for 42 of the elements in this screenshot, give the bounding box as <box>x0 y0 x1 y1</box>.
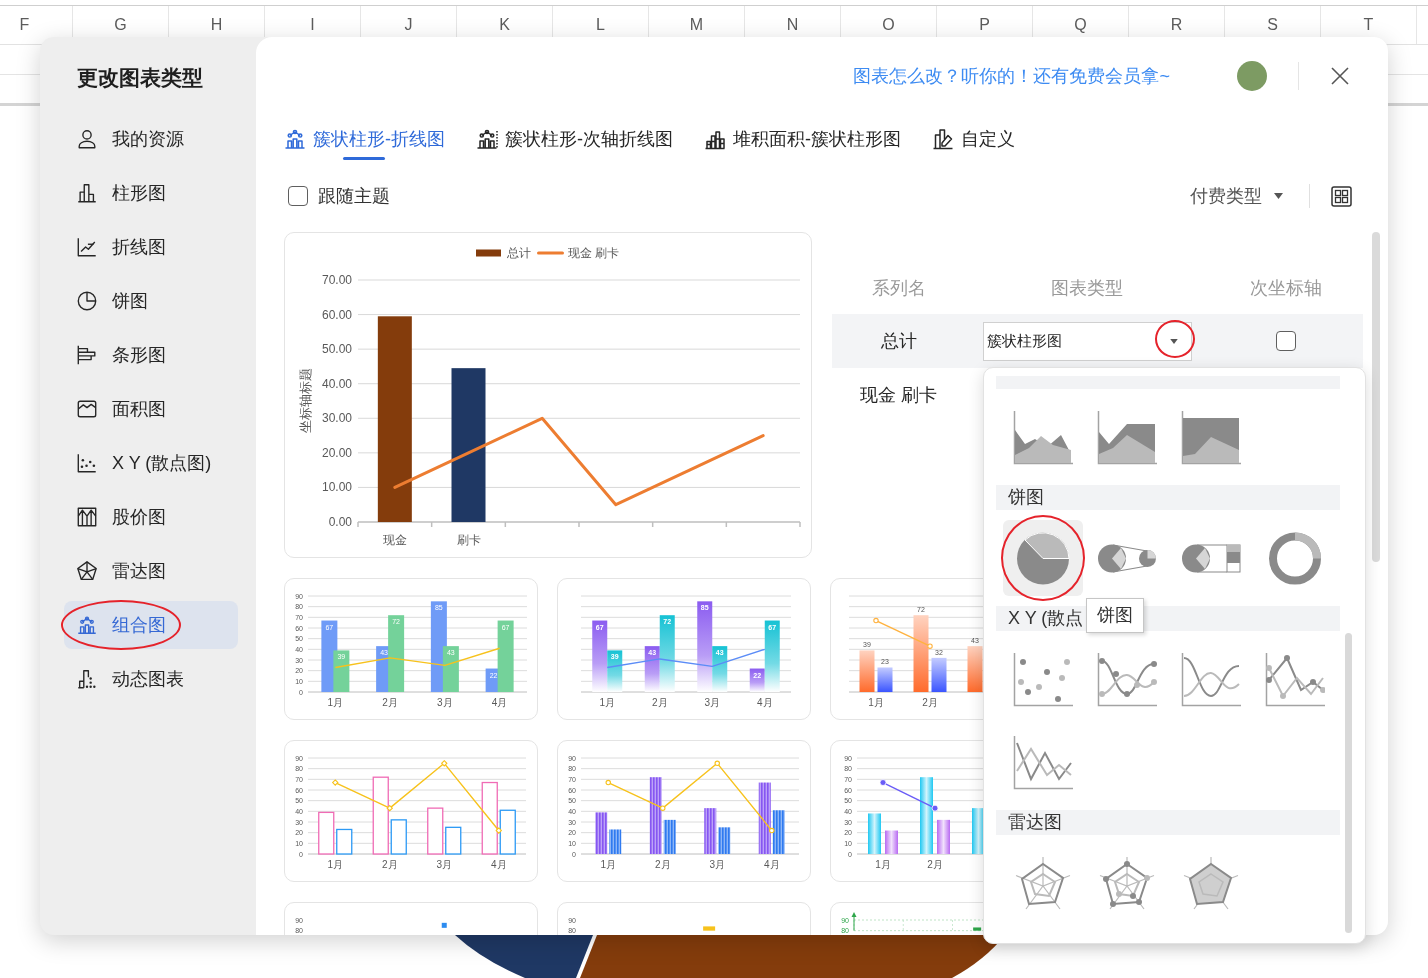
axis-tick-label: 10.00 <box>321 480 352 495</box>
axis-label: 1月 <box>327 697 344 708</box>
axis-label: 4月 <box>756 697 773 708</box>
axis-label: 2月 <box>381 859 398 870</box>
axis-label: 1月 <box>868 697 884 708</box>
axis-label: 2月 <box>927 859 943 870</box>
axis-title: 坐标轴标题 <box>298 367 313 433</box>
axis-tick-label: 50.00 <box>321 342 352 357</box>
axis-tick-label: 0.00 <box>328 515 352 529</box>
axis-label: 1月 <box>599 697 616 708</box>
axis-label: 2月 <box>651 697 668 708</box>
series-name: 总计 <box>881 330 917 353</box>
axis-label: 2月 <box>654 859 671 870</box>
axis-label: 4月 <box>491 697 508 708</box>
legend-label: 现金 刷卡 <box>568 246 620 260</box>
axis-label: 2月 <box>382 697 398 708</box>
table-header: 系列名 <box>872 276 926 300</box>
axis-label: 1月 <box>875 859 891 870</box>
axis-label: 刷卡 <box>456 533 481 547</box>
axis-tick-label: 40.00 <box>321 376 352 391</box>
axis-label: 3月 <box>704 697 721 708</box>
axis-label: 4月 <box>763 859 780 870</box>
axis-tick-label: 20.00 <box>321 445 352 460</box>
axis-label: 3月 <box>436 859 453 870</box>
axis-label: 1月 <box>327 859 344 870</box>
axis-tick-label: 60.00 <box>321 307 352 322</box>
axis-label: 2月 <box>922 697 938 708</box>
axis-label: 4月 <box>490 859 507 870</box>
axis-label: 现金 <box>382 533 407 547</box>
dialog-title: 更改图表类型 <box>77 65 203 91</box>
axis-label: 1月 <box>600 859 617 870</box>
axis-tick-label: 70.00 <box>321 273 352 287</box>
section-header: 雷达图 <box>996 810 1340 835</box>
section-header: 饼图 <box>996 485 1340 510</box>
series-name: 现金 刷卡 <box>860 384 938 407</box>
axis-label: 3月 <box>709 859 726 870</box>
tooltip: 饼图 <box>1086 598 1144 633</box>
table-header: 次坐标轴 <box>1249 276 1322 300</box>
legend-label: 总计 <box>507 246 531 260</box>
axis-label: 3月 <box>437 697 453 708</box>
axis-tick-label: 30.00 <box>321 411 352 426</box>
table-header: 图表类型 <box>1051 276 1123 300</box>
